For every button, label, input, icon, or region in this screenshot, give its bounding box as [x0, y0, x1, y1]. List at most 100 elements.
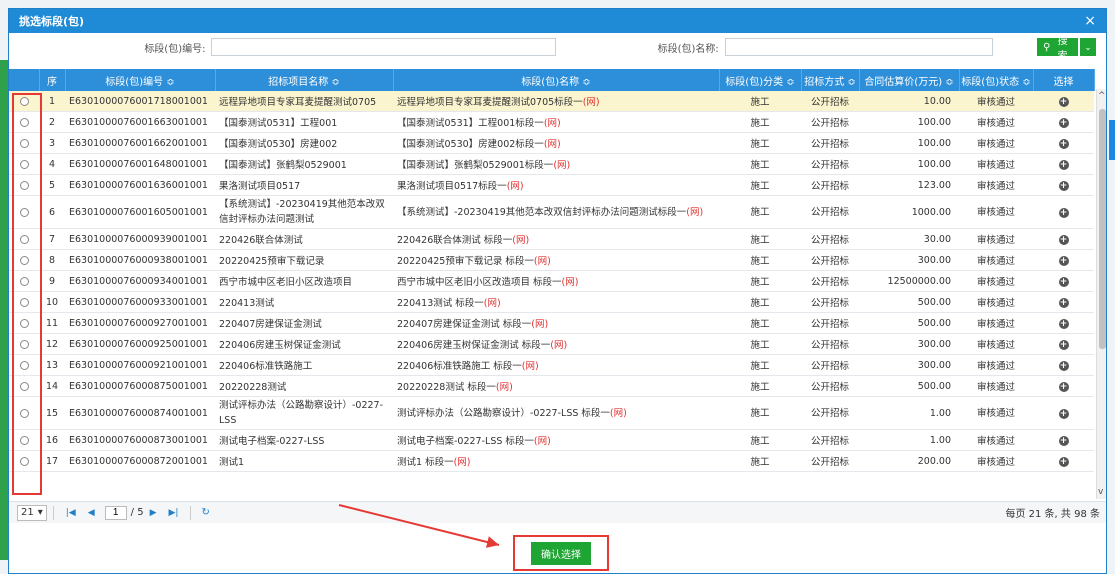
add-icon[interactable]: + — [1058, 456, 1069, 467]
table-row[interactable]: 15 E6301000076000874001001 测试评标办法（公路勘察设计）-… — [9, 396, 1094, 430]
section-name-input[interactable] — [724, 38, 993, 56]
add-icon[interactable]: + — [1058, 381, 1069, 392]
row-code: E6301000076000933001001 — [65, 291, 215, 313]
page-size-select[interactable]: 21 ▾ — [17, 504, 47, 521]
row-radio-button[interactable] — [19, 360, 29, 370]
table-row[interactable]: 3 E6301000076001662001001 【国泰测试0530】房建002 【… — [9, 132, 1094, 154]
add-icon[interactable]: + — [1058, 339, 1069, 350]
close-icon[interactable]: × — [1084, 13, 1096, 29]
add-icon[interactable]: + — [1058, 360, 1069, 371]
add-icon[interactable]: + — [1058, 435, 1069, 446]
row-status: 审核通过 — [959, 111, 1033, 133]
header-code[interactable]: 标段(包)编号 ≎ — [65, 69, 216, 91]
add-icon[interactable]: + — [1058, 297, 1069, 308]
first-page-icon[interactable]: |◀ — [66, 508, 76, 518]
row-category: 施工 — [719, 333, 801, 355]
table-row[interactable]: 1 E6301000076001718001001 远程异地项目专家耳麦提醒测试07… — [9, 91, 1094, 112]
row-method: 公开招标 — [801, 132, 859, 154]
row-radio-button[interactable] — [19, 381, 29, 391]
row-radio-button[interactable] — [19, 408, 29, 418]
row-radio-button[interactable] — [19, 159, 29, 169]
row-seq: 6 — [39, 195, 65, 229]
add-icon[interactable]: + — [1058, 207, 1069, 218]
section-code-input[interactable] — [211, 38, 557, 56]
add-icon[interactable]: + — [1058, 276, 1069, 287]
row-radio-button[interactable] — [19, 297, 29, 307]
add-icon[interactable]: + — [1058, 408, 1069, 419]
header-project[interactable]: 招标项目名称 ≎ — [215, 69, 394, 91]
table-row[interactable]: 4 E6301000076001648001001 【国泰测试】张鹤梨0529001… — [9, 153, 1094, 175]
table-row[interactable]: 17 E6301000076000872001001 测试1 测试1 标段一(网) 施工… — [9, 450, 1094, 472]
table-row[interactable]: 13 E6301000076000921001001 220406标准铁路施工 220… — [9, 354, 1094, 376]
row-seq: 8 — [39, 249, 65, 271]
table-row[interactable]: 2 E6301000076001663001001 【国泰测试0531】工程001 【… — [9, 111, 1094, 133]
table-row[interactable]: 6 E6301000076001605001001 【系统测试】-20230419其… — [9, 195, 1094, 229]
row-radio-button[interactable] — [19, 339, 29, 349]
table-row[interactable]: 10 E6301000076000933001001 220413测试 220413测… — [9, 291, 1094, 313]
add-icon[interactable]: + — [1058, 117, 1069, 128]
add-icon[interactable]: + — [1058, 138, 1069, 149]
row-radio-button[interactable] — [19, 276, 29, 286]
header-name[interactable]: 标段(包)名称 ≎ — [393, 69, 720, 91]
header-category[interactable]: 标段(包)分类 ≎ — [719, 69, 802, 91]
section-code-label: 标段(包)编号: — [144, 43, 206, 55]
search-button[interactable]: ⚲ 搜索 — [1037, 36, 1078, 62]
row-radio-button[interactable] — [19, 180, 29, 190]
next-page-icon[interactable]: ▶ — [150, 508, 157, 518]
row-project: 测试评标办法（公路勘察设计）-0227-LSS — [215, 396, 393, 430]
table-row[interactable]: 14 E6301000076000875001001 20220228测试 20220… — [9, 375, 1094, 397]
row-seq: 9 — [39, 270, 65, 292]
row-seq: 7 — [39, 228, 65, 250]
table-row[interactable]: 11 E6301000076000927001001 220407房建保证金测试 22… — [9, 312, 1094, 334]
row-code: E6301000076000927001001 — [65, 312, 215, 334]
row-seq: 5 — [39, 174, 65, 196]
add-icon[interactable]: + — [1058, 96, 1069, 107]
row-radio-button[interactable] — [19, 435, 29, 445]
row-category: 施工 — [719, 291, 801, 313]
header-status[interactable]: 标段(包)状态 ≎ — [959, 69, 1034, 91]
header-method[interactable]: 招标方式 ≎ — [801, 69, 860, 91]
table-row[interactable]: 8 E6301000076000938001001 20220425预审下载记录 20… — [9, 249, 1094, 271]
table-row[interactable]: 16 E6301000076000873001001 测试电子档案-0227-LSS… — [9, 429, 1094, 451]
table-row[interactable]: 7 E6301000076000939001001 220426联合体测试 22042… — [9, 228, 1094, 250]
row-net-tag: (网) — [582, 97, 600, 108]
vertical-scrollbar[interactable]: ^ v — [1096, 89, 1106, 499]
table-row[interactable]: 12 E6301000076000925001001 220406房建玉树保证金测试… — [9, 333, 1094, 355]
row-net-tag: (网) — [483, 298, 501, 309]
last-page-icon[interactable]: ▶| — [169, 508, 179, 518]
row-code: E6301000076001663001001 — [65, 111, 215, 133]
row-method: 公开招标 — [801, 354, 859, 376]
add-icon[interactable]: + — [1058, 318, 1069, 329]
add-icon[interactable]: + — [1058, 234, 1069, 245]
add-icon[interactable]: + — [1058, 255, 1069, 266]
row-net-tag: (网) — [553, 160, 571, 171]
row-project: 20220228测试 — [215, 375, 393, 397]
header-price[interactable]: 合同估算价(万元) ≎ — [859, 69, 960, 91]
row-status: 审核通过 — [959, 375, 1033, 397]
row-radio-button[interactable] — [19, 207, 29, 217]
row-seq: 17 — [39, 450, 65, 472]
row-project: 220406标准铁路施工 — [215, 354, 393, 376]
row-radio-button[interactable] — [19, 96, 29, 106]
confirm-select-button[interactable]: 确认选择 — [531, 541, 591, 565]
row-radio-button[interactable] — [19, 138, 29, 148]
add-icon[interactable]: + — [1058, 159, 1069, 170]
row-project: 西宁市城中区老旧小区改造项目 — [215, 270, 393, 292]
row-radio-button[interactable] — [19, 255, 29, 265]
page-number-input[interactable] — [104, 505, 127, 520]
chevron-down-icon[interactable]: ⌄ — [1080, 38, 1096, 56]
table-row[interactable]: 9 E6301000076000934001001 西宁市城中区老旧小区改造项目 西宁… — [9, 270, 1094, 292]
table-row[interactable]: 5 E6301000076001636001001 果洛测试项目0517 果洛测试项目… — [9, 174, 1094, 196]
row-radio-button[interactable] — [19, 117, 29, 127]
scroll-up-icon[interactable]: ^ — [1098, 91, 1106, 101]
row-radio-button[interactable] — [19, 318, 29, 328]
refresh-icon[interactable]: ↻ — [201, 507, 209, 518]
scroll-down-icon[interactable]: v — [1098, 487, 1103, 497]
add-icon[interactable]: + — [1058, 180, 1069, 191]
row-name: 测试评标办法（公路勘察设计）-0227-LSS 标段一(网) — [393, 396, 719, 430]
row-seq: 12 — [39, 333, 65, 355]
scrollbar-thumb[interactable] — [1099, 109, 1106, 349]
row-radio-button[interactable] — [19, 234, 29, 244]
row-radio-button[interactable] — [19, 456, 29, 466]
prev-page-icon[interactable]: ◀ — [88, 508, 95, 518]
